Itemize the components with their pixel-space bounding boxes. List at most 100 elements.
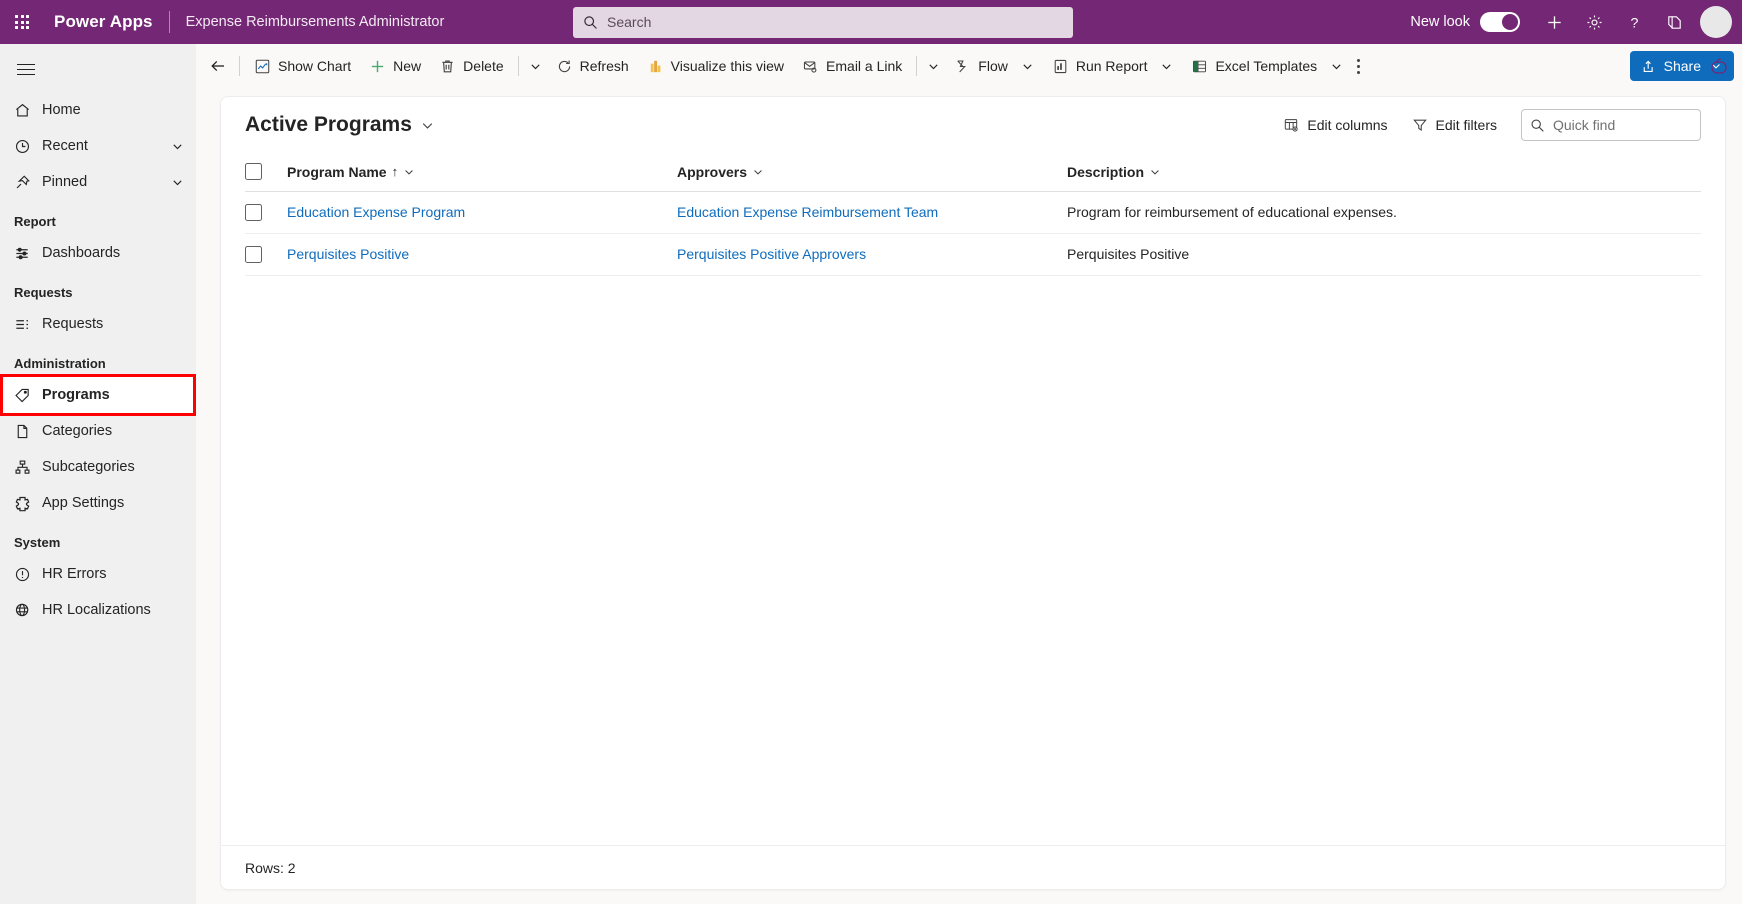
view-selector[interactable]: Active Programs (245, 113, 435, 137)
feedback-icon[interactable] (1654, 0, 1694, 44)
back-arrow-icon[interactable] (202, 50, 234, 82)
sidebar-group-administration: Administration (14, 356, 106, 371)
row-select-cell (245, 191, 287, 233)
program-name-link[interactable]: Perquisites Positive (287, 246, 409, 262)
sidebar-item-app-settings[interactable]: App Settings (0, 485, 196, 521)
grid-card: Active Programs Edit columns Edit filter… (220, 96, 1726, 890)
run-report-icon (1052, 58, 1069, 75)
email-overflow-chevron[interactable] (922, 50, 945, 82)
cell-description: Perquisites Positive (1067, 246, 1190, 262)
sidebar-item-hr-errors[interactable]: HR Errors (0, 556, 196, 592)
program-name-link[interactable]: Education Expense Program (287, 204, 465, 220)
excel-templates-button[interactable]: Excel Templates (1182, 50, 1352, 82)
table-row[interactable]: Perquisites Positive Perquisites Positiv… (245, 233, 1701, 275)
sidebar-item-categories[interactable]: Categories (0, 413, 196, 449)
delete-button[interactable]: Delete (430, 50, 512, 82)
chevron-down-icon[interactable] (1021, 60, 1034, 73)
top-bar-actions: New look ? (1410, 0, 1742, 44)
sidebar-item-requests[interactable]: Requests (0, 306, 196, 342)
edit-filters-label: Edit filters (1435, 117, 1497, 133)
search-icon (1530, 118, 1545, 133)
kebab-menu-icon[interactable] (1352, 50, 1365, 82)
refresh-icon (556, 58, 573, 75)
sidebar-item-label: Subcategories (42, 459, 135, 475)
sidebar-item-recent[interactable]: Recent (0, 128, 196, 164)
edit-columns-button[interactable]: Edit columns (1273, 109, 1397, 141)
quick-find-input[interactable] (1553, 117, 1692, 133)
row-checkbox[interactable] (245, 245, 262, 263)
sidebar-item-label: HR Localizations (42, 602, 151, 618)
edit-filters-button[interactable]: Edit filters (1402, 109, 1507, 141)
hamburger-icon[interactable] (4, 48, 48, 92)
row-select-cell (245, 233, 287, 275)
visualize-icon (647, 58, 664, 75)
global-search[interactable] (573, 6, 1073, 38)
main-content-area: Show Chart New Delete Refresh Visualize … (196, 44, 1742, 904)
sidebar-item-home[interactable]: Home (0, 92, 196, 128)
chevron-down-icon[interactable] (1330, 60, 1343, 73)
plus-icon (369, 58, 386, 75)
chevron-down-icon[interactable] (403, 166, 415, 178)
column-header-approvers[interactable]: Approvers (677, 153, 1067, 191)
column-label: Program Name (287, 163, 387, 180)
visualize-this-view-button[interactable]: Visualize this view (638, 50, 793, 82)
chevron-down-icon[interactable] (420, 118, 435, 133)
run-report-button[interactable]: Run Report (1043, 50, 1183, 82)
grid-header: Active Programs Edit columns Edit filter… (221, 97, 1725, 153)
dashboards-icon (14, 245, 36, 262)
chevron-down-icon[interactable] (171, 140, 184, 153)
delete-overflow-chevron[interactable] (524, 50, 547, 82)
sidebar-item-dashboards[interactable]: Dashboards (0, 235, 196, 271)
plus-icon[interactable] (1534, 0, 1574, 44)
command-label: Visualize this view (670, 58, 785, 74)
sidebar-navigation: Home Recent Pinned Report Dashboards Req… (0, 44, 196, 904)
gear-icon[interactable] (1574, 0, 1614, 44)
table-row[interactable]: Education Expense Program Education Expe… (245, 191, 1701, 233)
excel-icon (1191, 58, 1208, 75)
approvers-link[interactable]: Education Expense Reimbursement Team (677, 204, 938, 220)
new-look-toggle[interactable] (1480, 12, 1520, 32)
question-icon[interactable]: ? (1614, 0, 1654, 44)
cell-program-name: Perquisites Positive (287, 233, 677, 275)
chevron-down-icon[interactable] (1160, 60, 1173, 73)
show-chart-button[interactable]: Show Chart (245, 50, 360, 82)
row-checkbox[interactable] (245, 203, 262, 221)
search-icon (583, 15, 598, 30)
command-label: New (393, 58, 422, 74)
show-chart-icon (254, 58, 271, 75)
sidebar-group-report: Report (14, 214, 56, 229)
column-header-description[interactable]: Description (1067, 153, 1701, 191)
sidebar-item-label: Requests (42, 316, 104, 332)
copilot-icon[interactable] (1709, 56, 1729, 76)
flow-button[interactable]: Flow (945, 50, 1043, 82)
column-header-program-name[interactable]: Program Name ↑ (287, 153, 677, 191)
command-divider (916, 56, 918, 76)
sidebar-item-subcategories[interactable]: Subcategories (0, 449, 196, 485)
app-launcher-icon[interactable] (0, 0, 44, 44)
sidebar-item-hr-localizations[interactable]: HR Localizations (0, 592, 196, 628)
command-label: Refresh (579, 58, 629, 74)
sidebar-item-programs[interactable]: Programs (0, 377, 196, 413)
chevron-down-icon[interactable] (1149, 166, 1161, 178)
app-name-label: Expense Reimbursements Administrator (185, 14, 445, 30)
quick-find-box[interactable] (1521, 109, 1701, 141)
avatar[interactable] (1700, 6, 1732, 38)
main-bottom-spacer (196, 890, 1742, 904)
list-icon (14, 316, 36, 333)
email-a-link-button[interactable]: Email a Link (793, 50, 911, 82)
sidebar-item-pinned[interactable]: Pinned (0, 164, 196, 200)
new-look-label: New look (1410, 14, 1470, 30)
select-all-checkbox[interactable] (245, 163, 262, 181)
command-label: Show Chart (278, 58, 352, 74)
chevron-down-icon[interactable] (171, 176, 184, 189)
approvers-link[interactable]: Perquisites Positive Approvers (677, 246, 866, 262)
command-label: Run Report (1075, 58, 1148, 74)
email-link-icon (802, 58, 819, 75)
chevron-down-icon[interactable] (752, 166, 764, 178)
grid-footer: Rows: 2 (221, 845, 1725, 889)
refresh-button[interactable]: Refresh (547, 50, 638, 82)
new-button[interactable]: New (360, 50, 430, 82)
command-divider (239, 56, 240, 76)
brand-title[interactable]: Power Apps (54, 12, 153, 32)
search-input[interactable] (607, 14, 1063, 30)
